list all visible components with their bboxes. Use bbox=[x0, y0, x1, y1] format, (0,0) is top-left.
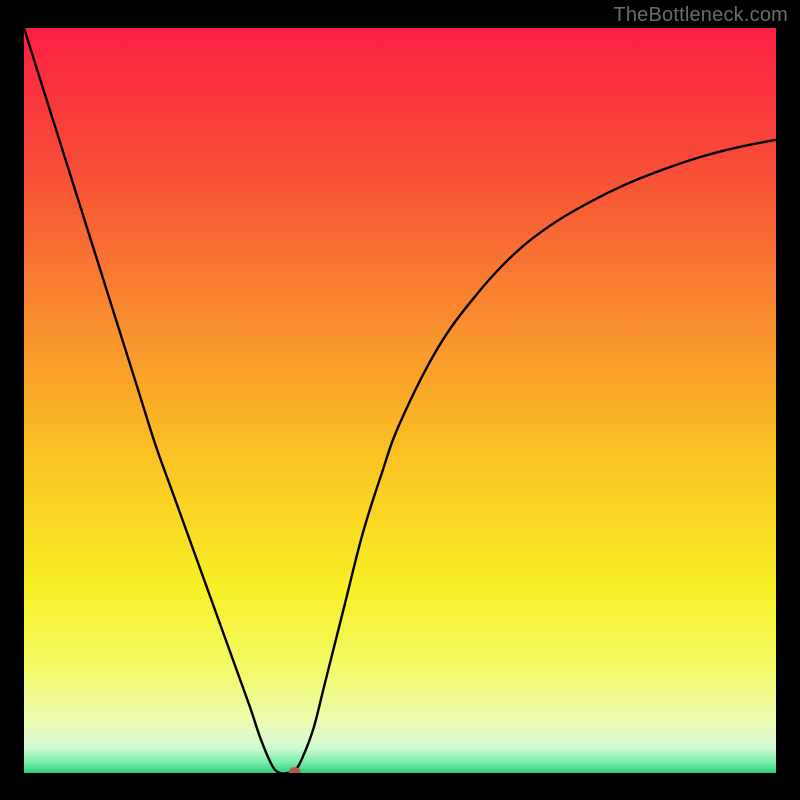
gradient-background bbox=[24, 28, 776, 773]
chart-frame: TheBottleneck.com bbox=[0, 0, 800, 800]
bottleneck-chart bbox=[24, 28, 776, 773]
watermark-text: TheBottleneck.com bbox=[613, 4, 788, 27]
plot-area bbox=[24, 28, 776, 773]
